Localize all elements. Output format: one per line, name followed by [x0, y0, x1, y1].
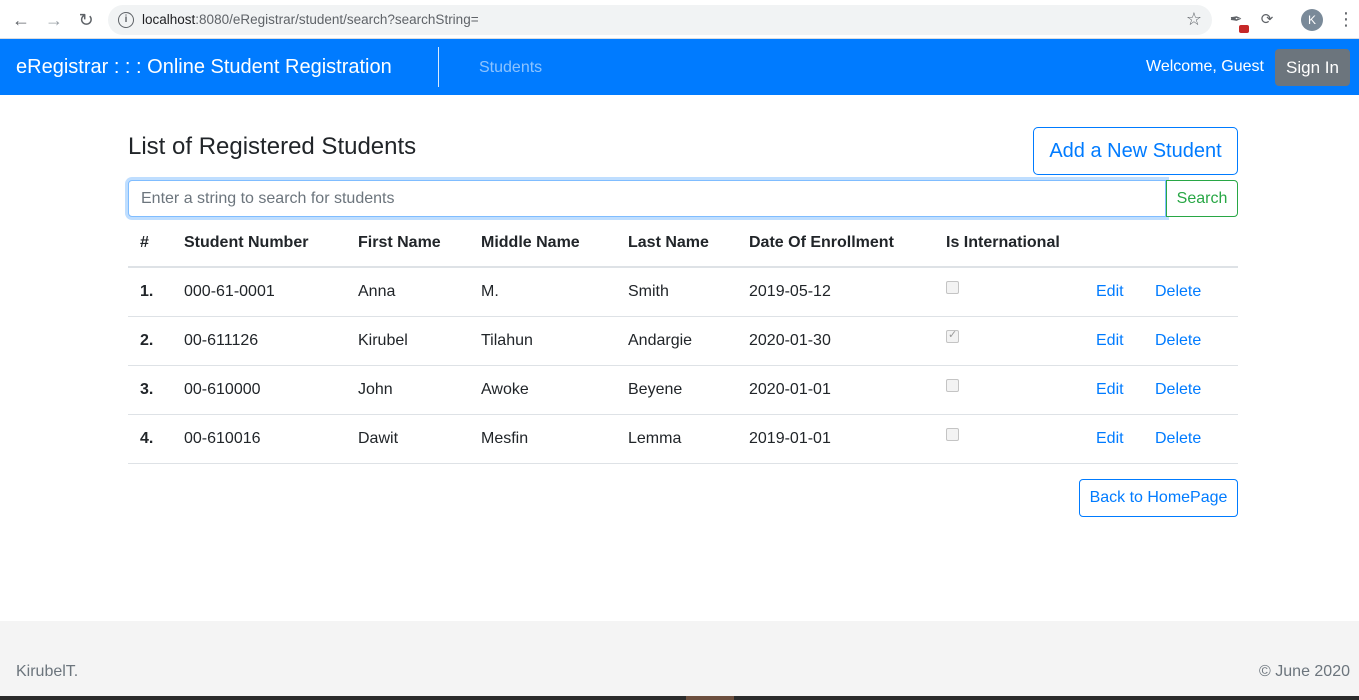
international-cell	[934, 267, 1084, 317]
header-middle-name: Middle Name	[469, 220, 616, 268]
international-checkbox	[946, 427, 959, 441]
browser-toolbar: ← → ↻ i localhost:8080/eRegistrar/studen…	[0, 0, 1359, 39]
table-row: 3. 00-610000 John Awoke Beyene 2020-01-0…	[128, 365, 1238, 415]
eyedropper-extension-icon[interactable]: ✒	[1226, 9, 1249, 33]
edit-cell: Edit	[1084, 365, 1143, 415]
middle-name-cell: M.	[469, 267, 616, 317]
last-name-cell: Beyene	[616, 365, 737, 415]
delete-link[interactable]: Delete	[1155, 381, 1201, 398]
first-name-cell: Anna	[346, 267, 469, 317]
delete-cell: Delete	[1143, 267, 1238, 317]
address-bar[interactable]: i localhost:8080/eRegistrar/student/sear…	[108, 5, 1212, 35]
search-button[interactable]: Search	[1166, 180, 1238, 217]
enrollment-date-cell: 2019-01-01	[737, 414, 934, 464]
sync-extension-icon[interactable]: ⟳	[1257, 9, 1277, 29]
student-number-cell: 00-611126	[172, 316, 346, 366]
footer-copyright: © June 2020	[1259, 663, 1350, 680]
student-number-cell: 00-610000	[172, 365, 346, 415]
browser-menu-icon[interactable]: ⋮	[1337, 9, 1355, 31]
header-last-name: Last Name	[616, 220, 737, 268]
header-is-international: Is International	[934, 220, 1084, 268]
table-header-row: # Student Number First Name Middle Name …	[128, 220, 1238, 268]
international-checkbox	[946, 378, 959, 392]
last-name-cell: Lemma	[616, 414, 737, 464]
edit-cell: Edit	[1084, 414, 1143, 464]
delete-link[interactable]: Delete	[1155, 332, 1201, 349]
brand-title[interactable]: eRegistrar : : : Online Student Registra…	[16, 56, 392, 79]
enrollment-date-cell: 2020-01-30	[737, 316, 934, 366]
page-title: List of Registered Students	[128, 133, 417, 160]
first-name-cell: John	[346, 365, 469, 415]
delete-link[interactable]: Delete	[1155, 430, 1201, 447]
students-table: # Student Number First Name Middle Name …	[128, 220, 1238, 464]
url-host: localhost	[142, 12, 196, 27]
nav-students-link[interactable]: Students	[479, 59, 542, 77]
international-cell	[934, 365, 1084, 415]
student-number-cell: 00-610016	[172, 414, 346, 464]
middle-name-cell: Awoke	[469, 365, 616, 415]
student-number-cell: 000-61-0001	[172, 267, 346, 317]
taskbar-accent	[686, 696, 734, 700]
navbar-divider	[438, 47, 439, 87]
info-icon[interactable]: i	[118, 12, 134, 28]
row-number: 1.	[128, 267, 172, 317]
table-row: 2. 00-611126 Kirubel Tilahun Andargie 20…	[128, 316, 1238, 366]
delete-link[interactable]: Delete	[1155, 283, 1201, 300]
taskbar-strip	[0, 696, 1359, 700]
edit-link[interactable]: Edit	[1096, 332, 1124, 349]
sign-in-button[interactable]: Sign In	[1275, 49, 1350, 86]
back-arrow-icon[interactable]: ←	[9, 8, 33, 32]
search-input[interactable]	[128, 180, 1166, 217]
reload-icon[interactable]: ↻	[74, 8, 98, 32]
header-first-name: First Name	[346, 220, 469, 268]
international-checkbox	[946, 280, 959, 294]
back-to-homepage-button[interactable]: Back to HomePage	[1079, 479, 1238, 517]
international-cell	[934, 414, 1084, 464]
edit-link[interactable]: Edit	[1096, 283, 1124, 300]
last-name-cell: Smith	[616, 267, 737, 317]
footer: KirubelT. © June 2020	[0, 621, 1359, 696]
last-name-cell: Andargie	[616, 316, 737, 366]
url-text[interactable]: localhost:8080/eRegistrar/student/search…	[142, 12, 479, 27]
header-index: #	[128, 220, 172, 268]
header-edit	[1084, 220, 1143, 268]
first-name-cell: Dawit	[346, 414, 469, 464]
bookmark-star-icon[interactable]: ☆	[1186, 9, 1202, 30]
table-row: 4. 00-610016 Dawit Mesfin Lemma 2019-01-…	[128, 414, 1238, 464]
footer-author: KirubelT.	[16, 663, 79, 680]
app-navbar: eRegistrar : : : Online Student Registra…	[0, 39, 1359, 95]
table-row: 1. 000-61-0001 Anna M. Smith 2019-05-12 …	[128, 267, 1238, 317]
delete-cell: Delete	[1143, 365, 1238, 415]
delete-cell: Delete	[1143, 414, 1238, 464]
enrollment-date-cell: 2020-01-01	[737, 365, 934, 415]
row-number: 3.	[128, 365, 172, 415]
middle-name-cell: Tilahun	[469, 316, 616, 366]
enrollment-date-cell: 2019-05-12	[737, 267, 934, 317]
edit-cell: Edit	[1084, 267, 1143, 317]
welcome-text: Welcome, Guest	[1146, 58, 1264, 75]
middle-name-cell: Mesfin	[469, 414, 616, 464]
international-cell	[934, 316, 1084, 366]
add-new-student-button[interactable]: Add a New Student	[1033, 127, 1238, 175]
header-student-number: Student Number	[172, 220, 346, 268]
forward-arrow-icon[interactable]: →	[42, 8, 66, 32]
row-number: 2.	[128, 316, 172, 366]
edit-cell: Edit	[1084, 316, 1143, 366]
edit-link[interactable]: Edit	[1096, 430, 1124, 447]
profile-avatar[interactable]: K	[1301, 9, 1323, 31]
first-name-cell: Kirubel	[346, 316, 469, 366]
row-number: 4.	[128, 414, 172, 464]
header-date-of-enrollment: Date Of Enrollment	[737, 220, 934, 268]
header-delete	[1143, 220, 1238, 268]
url-path: :8080/eRegistrar/student/search?searchSt…	[195, 12, 479, 27]
international-checkbox	[946, 328, 959, 343]
delete-cell: Delete	[1143, 316, 1238, 366]
extension-badge	[1239, 25, 1249, 33]
edit-link[interactable]: Edit	[1096, 381, 1124, 398]
